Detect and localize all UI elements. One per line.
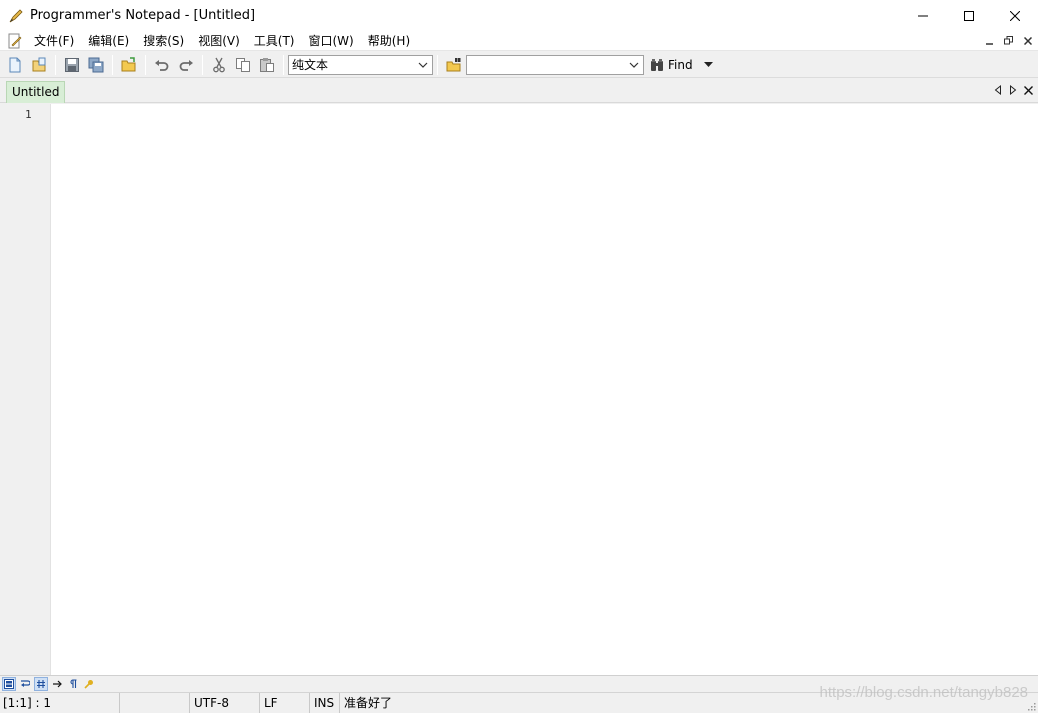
word-wrap-icon (21, 680, 30, 687)
editor: 1 (0, 104, 1038, 675)
toggle-split-button[interactable] (2, 677, 16, 691)
toolbar-separator (202, 54, 203, 75)
scheme-select-value: 纯文本 (292, 58, 329, 72)
undo-icon (155, 59, 169, 71)
document-icon (8, 33, 22, 48)
close-icon (1023, 85, 1033, 95)
redo-button[interactable] (175, 54, 197, 76)
text-editing-area[interactable] (52, 104, 1037, 675)
tab-untitled[interactable]: Untitled (6, 81, 66, 103)
split-view-icon (4, 679, 14, 689)
open-folder-button[interactable] (118, 54, 140, 76)
chevron-down-icon (418, 62, 428, 68)
triangle-left-icon (994, 85, 1001, 95)
menu-help[interactable]: 帮助(H) (361, 31, 417, 51)
triangle-right-icon (1010, 85, 1017, 95)
save-icon (65, 57, 79, 72)
find-button[interactable]: Find (650, 54, 693, 76)
toolbar-separator (112, 54, 113, 75)
minimize-button[interactable] (900, 0, 946, 31)
restore-icon (1004, 36, 1013, 45)
mdi-minimize-button[interactable] (981, 33, 998, 48)
status-message: 准备好了 (344, 695, 393, 710)
folder-search-icon (446, 57, 461, 71)
new-file-button[interactable] (4, 54, 26, 76)
save-button[interactable] (61, 54, 83, 76)
save-all-icon (88, 57, 104, 72)
arrow-right-icon (53, 680, 62, 688)
find-in-files-button[interactable] (443, 54, 465, 76)
minimize-icon (985, 42, 993, 45)
menu-edit[interactable]: 编辑(E) (81, 31, 136, 51)
find-button-label: Find (668, 57, 693, 72)
status-encoding: UTF-8 (190, 692, 260, 713)
copy-button[interactable] (232, 54, 254, 76)
toggle-line-numbers-button[interactable] (34, 677, 48, 691)
paste-icon (260, 57, 274, 72)
maximize-button[interactable] (946, 0, 992, 31)
tab-scroll-right-button[interactable] (1007, 84, 1019, 96)
tab-scroll-left-button[interactable] (992, 84, 1004, 96)
window-title: Programmer's Notepad - [Untitled] (30, 8, 256, 23)
paste-button[interactable] (256, 54, 278, 76)
binoculars-icon (651, 58, 663, 71)
menu-bar: 文件(F) 编辑(E) 搜索(S) 视图(V) 工具(T) 窗口(W) 帮助(H… (0, 31, 1038, 51)
save-all-button[interactable] (85, 54, 107, 76)
mdi-close-button[interactable] (1019, 33, 1036, 48)
line-numbers-icon (37, 680, 45, 688)
cut-button[interactable] (208, 54, 230, 76)
tab-close-button[interactable] (1022, 84, 1034, 96)
pilcrow-icon (70, 679, 77, 688)
scheme-select[interactable]: 纯文本 (288, 54, 433, 75)
find-options-dropdown[interactable] (701, 54, 717, 76)
toggle-eol-button[interactable] (66, 677, 80, 691)
toggle-bookmarks-button[interactable] (82, 677, 96, 691)
new-project-icon (32, 57, 46, 71)
toolbar: 纯文本 Find (0, 52, 1038, 78)
menu-file[interactable]: 文件(F) (27, 31, 81, 51)
menu-search[interactable]: 搜索(S) (136, 31, 191, 51)
resize-grip-icon[interactable] (1026, 701, 1036, 711)
watermark: https://blog.csdn.net/tangyb828 (819, 684, 1028, 701)
mdi-restore-button[interactable] (1000, 33, 1017, 48)
app-logo-icon (8, 8, 24, 24)
menu-window[interactable]: 窗口(W) (302, 31, 361, 51)
line-number: 1 (25, 108, 32, 121)
new-project-button[interactable] (28, 54, 50, 76)
status-line-ending: LF (260, 692, 310, 713)
close-icon (1023, 36, 1032, 45)
cut-icon (213, 57, 225, 72)
new-file-icon (9, 57, 21, 72)
toolbar-separator (145, 54, 146, 75)
maximize-icon (964, 10, 974, 21)
open-folder-icon (121, 56, 136, 71)
menu-tools[interactable]: 工具(T) (247, 31, 302, 51)
close-button[interactable] (992, 0, 1038, 31)
title-bar: Programmer's Notepad - [Untitled] (0, 0, 1038, 31)
chevron-down-icon (629, 62, 639, 68)
toggle-whitespace-button[interactable] (50, 677, 64, 691)
key-icon (84, 680, 93, 689)
minimize-icon (918, 15, 928, 16)
undo-button[interactable] (151, 54, 173, 76)
status-empty-panel (120, 692, 190, 713)
line-number-gutter: 1 (0, 104, 51, 675)
toggle-wordwrap-button[interactable] (18, 677, 32, 691)
status-insert-mode: INS (310, 692, 340, 713)
toolbar-separator (437, 54, 438, 75)
document-tab-strip: Untitled (0, 79, 1038, 103)
copy-icon (236, 57, 250, 72)
redo-icon (179, 59, 193, 71)
caret-down-icon (704, 61, 714, 67)
search-combo[interactable] (466, 54, 644, 75)
close-icon (1010, 10, 1020, 21)
toolbar-separator (55, 54, 56, 75)
toolbar-separator (283, 54, 284, 75)
status-position: [1:1] : 1 (0, 692, 120, 713)
menu-view[interactable]: 视图(V) (191, 31, 247, 51)
